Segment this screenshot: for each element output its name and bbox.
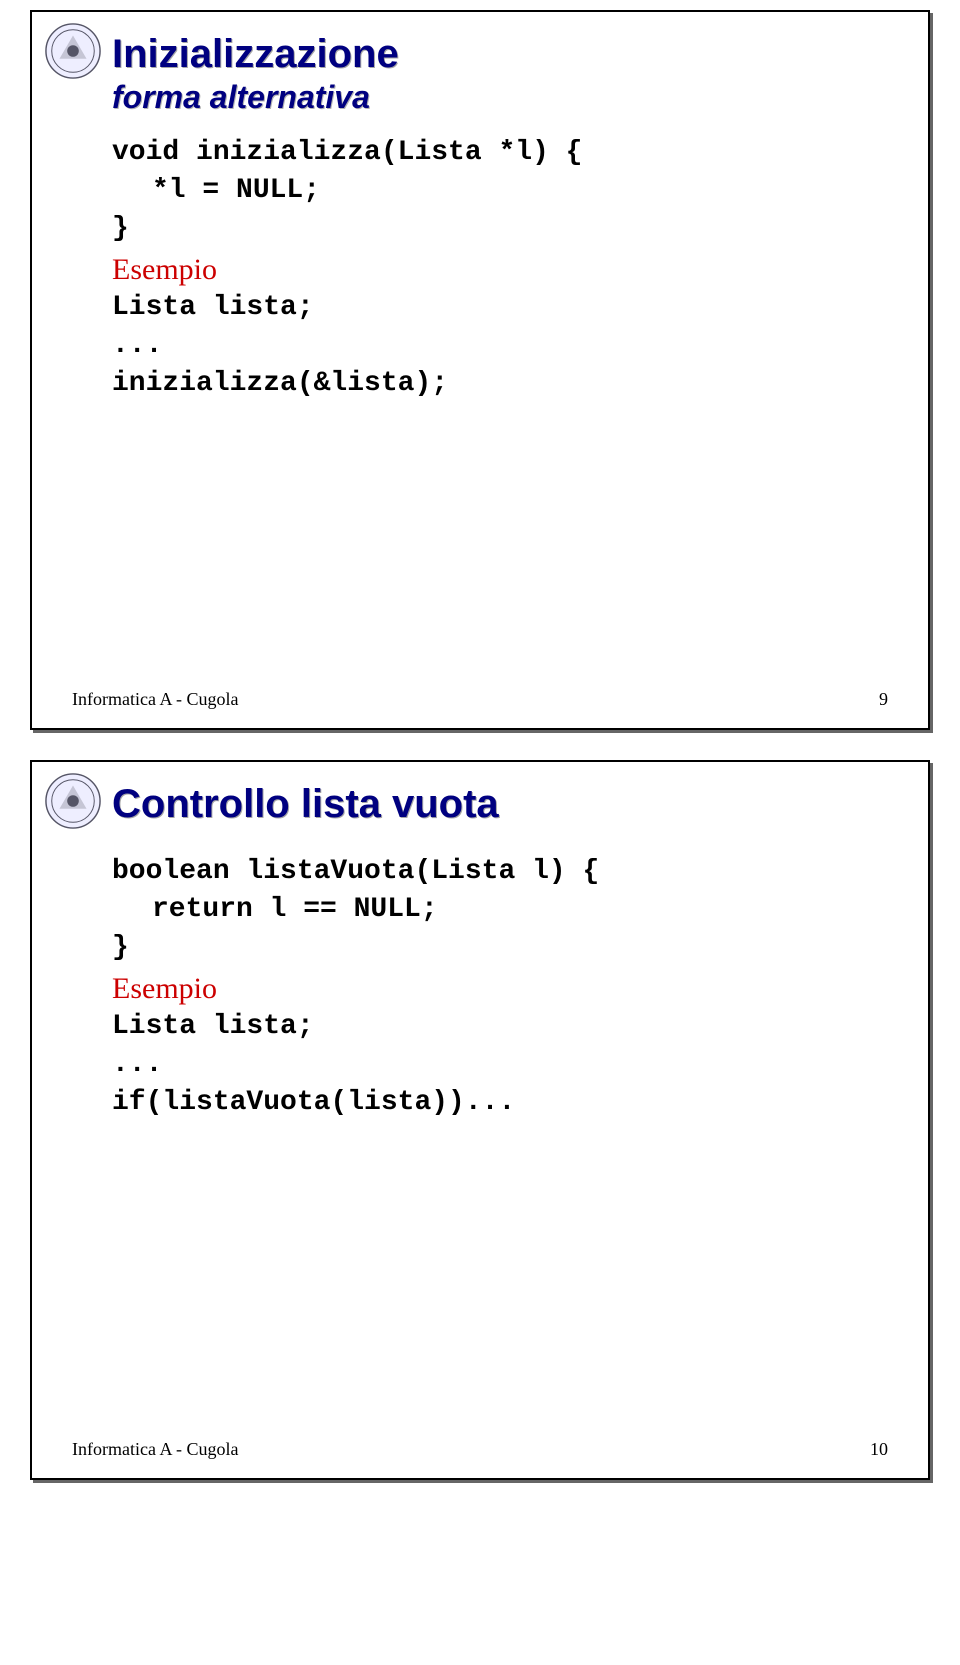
footer-left: Informatica A - Cugola — [72, 689, 238, 710]
code-line: *l = NULL; — [152, 172, 888, 210]
slide-subtitle: forma alternativa — [112, 79, 888, 116]
slide-title: Controllo lista vuota — [112, 782, 888, 827]
seal-logo-icon — [44, 22, 102, 80]
footer-page-number: 10 — [870, 1439, 888, 1460]
footer-left: Informatica A - Cugola — [72, 1439, 238, 1460]
code-line: if(listaVuota(lista))... — [112, 1084, 888, 1122]
example-label: Esempio — [112, 972, 888, 1006]
code-line: Lista lista; — [112, 289, 888, 327]
code-line: Lista lista; — [112, 1008, 888, 1046]
code-line: inizializza(&lista); — [112, 365, 888, 403]
slide-1: Inizializzazione forma alternativa void … — [30, 10, 930, 730]
slide-title: Inizializzazione — [112, 32, 888, 77]
code-line: } — [112, 210, 888, 248]
code-line: void inizializza(Lista *l) { — [112, 134, 888, 172]
footer-page-number: 9 — [879, 689, 888, 710]
code-line: return l == NULL; — [152, 891, 888, 929]
code-line: boolean listaVuota(Lista l) { — [112, 853, 888, 891]
slide-footer: Informatica A - Cugola 10 — [72, 1439, 888, 1460]
code-line: } — [112, 929, 888, 967]
code-line: ... — [112, 1046, 888, 1084]
slide-footer: Informatica A - Cugola 9 — [72, 689, 888, 710]
example-label: Esempio — [112, 253, 888, 287]
code-line: ... — [112, 327, 888, 365]
slide-2: Controllo lista vuota boolean listaVuota… — [30, 760, 930, 1480]
seal-logo-icon — [44, 772, 102, 830]
